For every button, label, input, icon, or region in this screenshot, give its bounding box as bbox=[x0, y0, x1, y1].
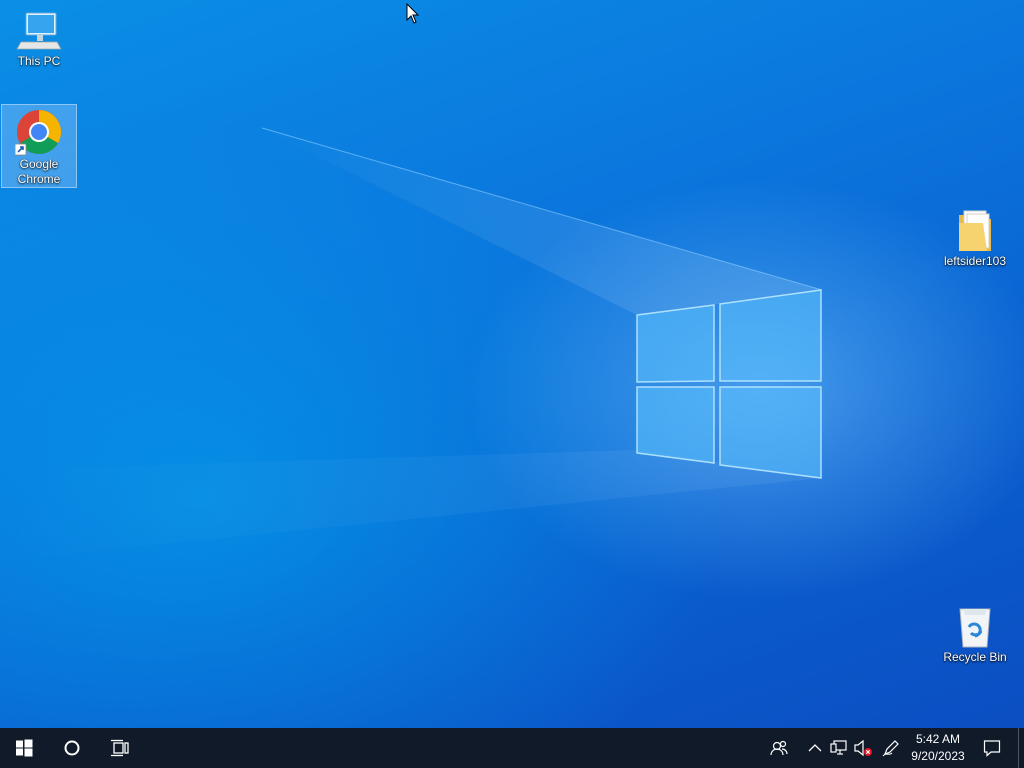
windows-start-icon bbox=[16, 739, 33, 757]
folder-icon bbox=[951, 207, 999, 253]
search-button[interactable] bbox=[48, 728, 96, 768]
people-icon bbox=[770, 740, 788, 756]
desktop-icon-label: leftsider103 bbox=[943, 254, 1007, 268]
clock[interactable]: 5:42 AM 9/20/2023 bbox=[904, 728, 972, 768]
show-desktop-button[interactable] bbox=[1018, 728, 1024, 768]
task-view-icon bbox=[111, 739, 129, 757]
desktop[interactable]: This PC Google Chrome leftsider103 Recyc… bbox=[0, 0, 1024, 728]
this-pc-icon bbox=[15, 9, 63, 53]
desktop-icon-label: This PC bbox=[17, 54, 61, 68]
desktop-icon-label-line2: Chrome bbox=[17, 172, 61, 186]
desktop-icon-label-line1: Google bbox=[19, 157, 59, 171]
action-center-button[interactable] bbox=[979, 728, 1005, 768]
desktop-icon-this-pc[interactable]: This PC bbox=[1, 6, 77, 72]
desktop-icon-recycle-bin[interactable]: Recycle Bin bbox=[937, 600, 1013, 670]
chrome-icon bbox=[14, 108, 63, 156]
network-button[interactable] bbox=[827, 728, 851, 768]
desktop-icon-label: Recycle Bin bbox=[943, 650, 1007, 664]
chevron-up-icon bbox=[808, 744, 822, 752]
cortana-search-icon bbox=[64, 740, 80, 756]
windows-logo-wallpaper bbox=[636, 289, 822, 479]
pen-workspace-button[interactable] bbox=[879, 728, 903, 768]
network-icon bbox=[830, 740, 847, 755]
clock-time: 5:42 AM bbox=[915, 732, 961, 746]
volume-button[interactable] bbox=[851, 728, 875, 768]
desktop-icon-google-chrome[interactable]: Google Chrome bbox=[1, 104, 77, 188]
recycle-bin-icon bbox=[951, 603, 999, 649]
clock-date: 9/20/2023 bbox=[911, 749, 965, 763]
wallpaper-light-beams bbox=[0, 127, 823, 560]
start-button[interactable] bbox=[0, 728, 48, 768]
pen-workspace-icon bbox=[882, 740, 899, 757]
action-center-icon bbox=[983, 740, 1001, 757]
taskbar: 5:42 AM 9/20/2023 bbox=[0, 728, 1024, 768]
show-hidden-icons-button[interactable] bbox=[803, 728, 827, 768]
mouse-cursor-icon bbox=[406, 3, 420, 24]
volume-muted-icon bbox=[854, 739, 872, 757]
task-view-button[interactable] bbox=[96, 728, 144, 768]
people-button[interactable] bbox=[767, 728, 791, 768]
desktop-icon-leftsider103[interactable]: leftsider103 bbox=[937, 204, 1013, 274]
